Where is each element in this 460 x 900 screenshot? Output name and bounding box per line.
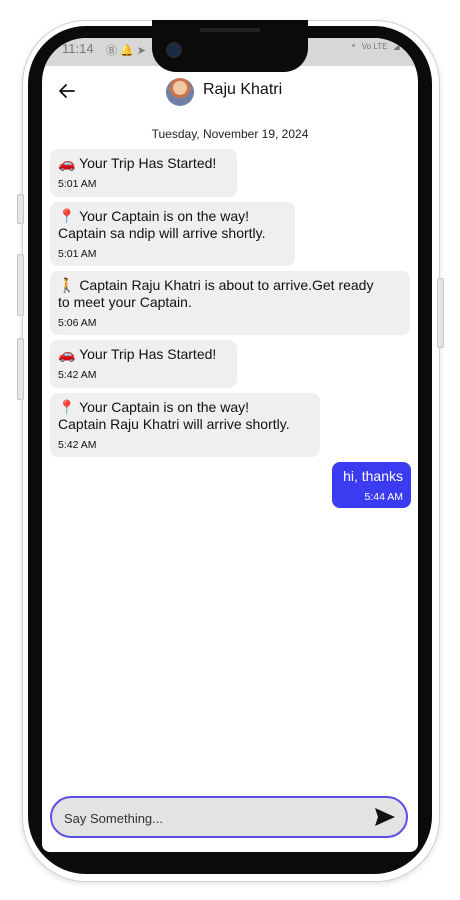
status-right-icons: ⌖ Vo LTE ◢ ▮ bbox=[351, 41, 410, 51]
message-bubble: 🚗 Your Trip Has Started! 5:42 AM bbox=[50, 340, 237, 388]
message-input[interactable] bbox=[62, 798, 366, 838]
message-time: 5:06 AM bbox=[58, 317, 97, 329]
message-time: 5:42 AM bbox=[58, 369, 97, 381]
signal-icon: ◢ bbox=[393, 41, 400, 51]
sent-message-bubble: hi, thanks 5:44 AM bbox=[332, 462, 411, 508]
message-text: 📍 Your Captain is on the way! Captain Ra… bbox=[58, 399, 290, 432]
message-bubble: 📍 Your Captain is on the way! Captain Ra… bbox=[50, 393, 320, 457]
message-time: 5:01 AM bbox=[58, 248, 97, 260]
contact-name: Raju Khatri bbox=[203, 81, 283, 98]
phone-side-button bbox=[17, 338, 24, 400]
message-bubble: 🚶 Captain Raju Khatri is about to arrive… bbox=[50, 271, 410, 335]
message-time: 5:44 AM bbox=[364, 491, 403, 503]
message-text: hi, thanks bbox=[343, 468, 403, 484]
message-composer bbox=[50, 796, 408, 838]
app-screen: 11:14 Ⓑ🔔➤ ⌖ Vo LTE ◢ ▮ Raju Khatri Tuesd… bbox=[42, 38, 418, 852]
phone-side-button bbox=[17, 254, 24, 316]
message-bubble: 📍 Your Captain is on the way! Captain sa… bbox=[50, 202, 295, 266]
status-time: 11:14 bbox=[62, 41, 94, 56]
send-icon[interactable] bbox=[374, 807, 396, 827]
arrow-left-icon bbox=[59, 84, 75, 98]
back-button[interactable] bbox=[56, 80, 78, 102]
message-text: 🚗 Your Trip Has Started! bbox=[58, 155, 217, 171]
message-bubble: 🚗 Your Trip Has Started! 5:01 AM bbox=[50, 149, 237, 197]
avatar[interactable] bbox=[166, 78, 194, 106]
message-time: 5:01 AM bbox=[58, 178, 97, 190]
phone-power-button bbox=[437, 278, 444, 348]
message-time: 5:42 AM bbox=[58, 439, 97, 451]
date-separator: Tuesday, November 19, 2024 bbox=[151, 127, 309, 141]
message-text: 🚶 Captain Raju Khatri is about to arrive… bbox=[58, 277, 374, 310]
front-camera bbox=[166, 42, 182, 58]
battery-icon: ▮ bbox=[405, 41, 410, 51]
phone-side-button bbox=[17, 194, 24, 224]
phone-speaker bbox=[200, 28, 260, 32]
location-icon: ⌖ bbox=[351, 41, 356, 50]
chat-header: Raju Khatri bbox=[42, 66, 418, 116]
network-label: Vo LTE bbox=[361, 41, 388, 51]
notification-icons: Ⓑ🔔➤ bbox=[106, 44, 149, 57]
message-text: 📍 Your Captain is on the way! Captain sa… bbox=[58, 208, 266, 241]
message-text: 🚗 Your Trip Has Started! bbox=[58, 346, 217, 362]
